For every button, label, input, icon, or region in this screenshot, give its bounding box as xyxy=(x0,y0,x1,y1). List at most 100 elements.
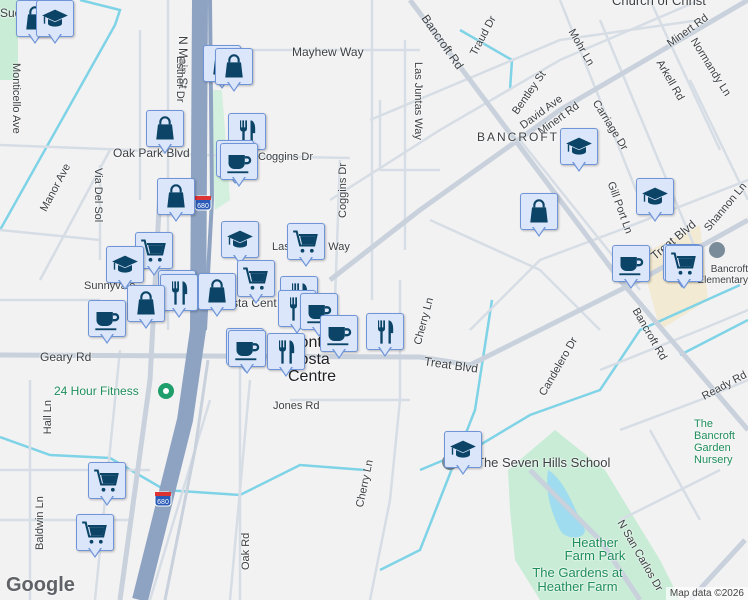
street-label: Esther Dr xyxy=(174,56,186,103)
marker-box xyxy=(320,315,358,352)
marker-box xyxy=(215,48,253,85)
street-label: Hall Ln xyxy=(42,400,54,435)
marker-pointer xyxy=(249,293,263,304)
google-logo: Google xyxy=(6,574,75,596)
shopping-bag-marker[interactable] xyxy=(146,110,184,156)
coffee-icon xyxy=(325,320,353,348)
shopping-bag-icon xyxy=(162,183,190,211)
restaurant-icon xyxy=(272,338,300,366)
gardens-label[interactable]: The Gardens at Heather Farm xyxy=(525,566,630,594)
shopping-bag-marker[interactable] xyxy=(215,48,253,94)
marker-pointer xyxy=(100,333,114,344)
grocery-cart-marker[interactable] xyxy=(237,260,275,306)
shopping-bag-icon xyxy=(220,53,248,81)
shopping-bag-marker[interactable] xyxy=(127,285,165,331)
marker-box xyxy=(160,274,198,311)
school-label[interactable]: The Seven Hills School xyxy=(476,455,610,470)
street-label: Las Juntas Way xyxy=(412,62,424,140)
marker-box xyxy=(560,128,598,165)
marker-pointer xyxy=(210,306,224,317)
street-label: Baldwin Ln xyxy=(34,496,46,550)
marker-box xyxy=(612,245,650,282)
marker-box xyxy=(665,245,703,282)
marker-pointer xyxy=(88,547,102,558)
grocery-cart-marker[interactable] xyxy=(76,514,114,560)
street-label: Coggins Dr xyxy=(337,162,349,218)
marker-box xyxy=(127,285,165,322)
marker-pointer xyxy=(158,143,172,154)
marker-box xyxy=(198,273,236,310)
fitness-pin-icon[interactable] xyxy=(158,383,174,399)
coffee-marker[interactable] xyxy=(612,245,650,291)
coffee-marker[interactable] xyxy=(228,330,266,376)
marker-box xyxy=(36,0,74,37)
coffee-marker[interactable] xyxy=(220,143,258,189)
street-label: Coggins Dr xyxy=(258,151,314,163)
street-label: Oak Rd xyxy=(240,532,252,570)
school-marker[interactable] xyxy=(636,178,674,224)
street-label: Via Del Sol xyxy=(92,168,104,223)
restaurant-marker[interactable] xyxy=(366,313,404,359)
school-marker[interactable] xyxy=(560,128,598,174)
grocery-cart-icon xyxy=(93,467,121,495)
coffee-icon xyxy=(233,335,261,363)
restaurant-marker[interactable] xyxy=(160,274,198,320)
marker-pointer xyxy=(172,307,186,318)
grocery-cart-icon xyxy=(292,228,320,256)
school-icon xyxy=(449,436,477,464)
marker-box xyxy=(88,300,126,337)
marker-pointer xyxy=(227,81,241,92)
street-label: Jones Rd xyxy=(273,400,320,412)
shopping-bag-icon xyxy=(151,115,179,143)
marker-pointer xyxy=(240,363,254,374)
coffee-marker[interactable] xyxy=(88,300,126,346)
shopping-bag-marker[interactable] xyxy=(198,273,236,319)
coffee-icon xyxy=(225,148,253,176)
marker-box xyxy=(267,333,305,370)
fitness-label[interactable]: 24 Hour Fitness xyxy=(54,384,139,398)
marker-pointer xyxy=(169,211,183,222)
grocery-cart-marker[interactable] xyxy=(88,462,126,508)
restaurant-marker[interactable] xyxy=(267,333,305,379)
neighborhood-label: BANCROFT xyxy=(477,130,559,144)
marker-box xyxy=(76,514,114,551)
marker-box xyxy=(157,178,195,215)
svg-text:680: 680 xyxy=(197,203,209,210)
marker-pointer xyxy=(456,464,470,475)
marker-pointer xyxy=(648,211,662,222)
svg-text:680: 680 xyxy=(157,499,169,506)
school-icon xyxy=(41,5,69,33)
marker-pointer xyxy=(624,278,638,289)
marker-pointer xyxy=(572,161,586,172)
shopping-bag-marker[interactable] xyxy=(157,178,195,224)
marker-pointer xyxy=(378,346,392,357)
nursery-label[interactable]: The Bancroft Garden Nursery xyxy=(694,418,748,466)
school-icon xyxy=(565,133,593,161)
school-marker[interactable] xyxy=(36,0,74,46)
shopping-bag-marker[interactable] xyxy=(520,193,558,239)
grocery-cart-marker[interactable] xyxy=(665,245,703,291)
grocery-cart-icon xyxy=(670,250,698,278)
marker-pointer xyxy=(48,33,62,44)
street-label: Geary Rd xyxy=(40,350,92,364)
grocery-cart-icon xyxy=(140,237,168,265)
school-marker[interactable] xyxy=(444,431,482,477)
shopping-bag-icon xyxy=(525,198,553,226)
marker-box xyxy=(146,110,184,147)
restaurant-icon xyxy=(371,318,399,346)
coffee-marker[interactable] xyxy=(320,315,358,361)
marker-pointer xyxy=(677,278,691,289)
marker-box xyxy=(636,178,674,215)
map-attribution[interactable]: Map data ©2026 xyxy=(665,587,748,600)
grocery-cart-icon xyxy=(242,265,270,293)
marker-box xyxy=(444,431,482,468)
marker-pointer xyxy=(332,348,346,359)
grocery-cart-marker[interactable] xyxy=(287,223,325,269)
marker-box xyxy=(366,313,404,350)
shopping-bag-icon xyxy=(203,278,231,306)
grocery-cart-icon xyxy=(81,519,109,547)
marker-box xyxy=(237,260,275,297)
marker-box xyxy=(106,246,144,283)
park-label[interactable]: Heather Farm Park xyxy=(560,536,630,562)
church-label[interactable]: Church of Christ xyxy=(612,0,706,8)
